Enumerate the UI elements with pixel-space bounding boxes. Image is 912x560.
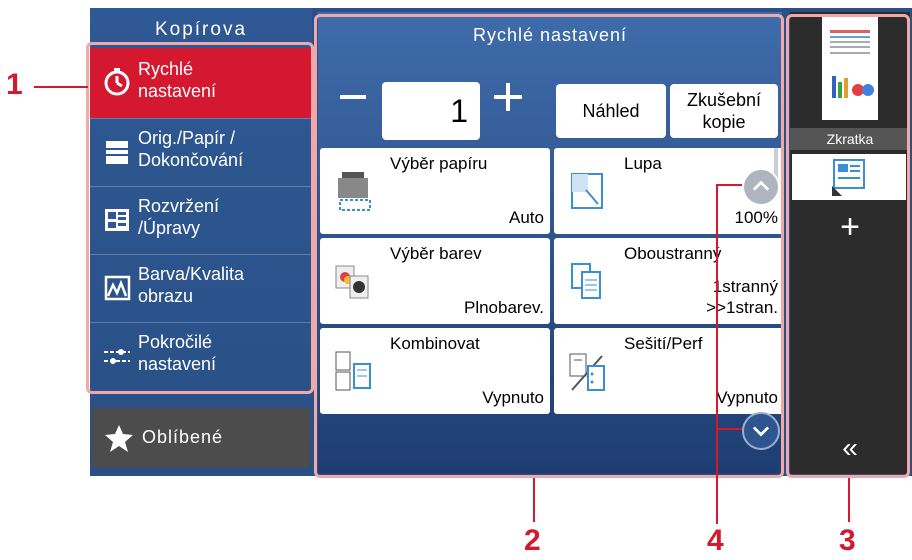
callout-number-1: 1 xyxy=(6,68,23,101)
callout-line-4 xyxy=(716,184,718,524)
favorites-button[interactable]: Oblíbené xyxy=(92,408,310,468)
callout-line-1 xyxy=(34,86,88,88)
callout-outline-3 xyxy=(786,14,910,478)
callout-line-3 xyxy=(848,478,850,522)
favorites-label: Oblíbené xyxy=(142,427,224,447)
callout-number-3: 3 xyxy=(839,524,856,557)
callout-line-2 xyxy=(533,478,535,522)
callout-number-4: 4 xyxy=(707,524,724,557)
callout-line-4b xyxy=(716,428,742,430)
callout-outline-2 xyxy=(314,14,784,478)
callout-line-4a xyxy=(716,184,742,186)
callout-number-2: 2 xyxy=(524,524,541,557)
callout-outline-1 xyxy=(86,42,314,394)
star-icon xyxy=(105,425,133,452)
